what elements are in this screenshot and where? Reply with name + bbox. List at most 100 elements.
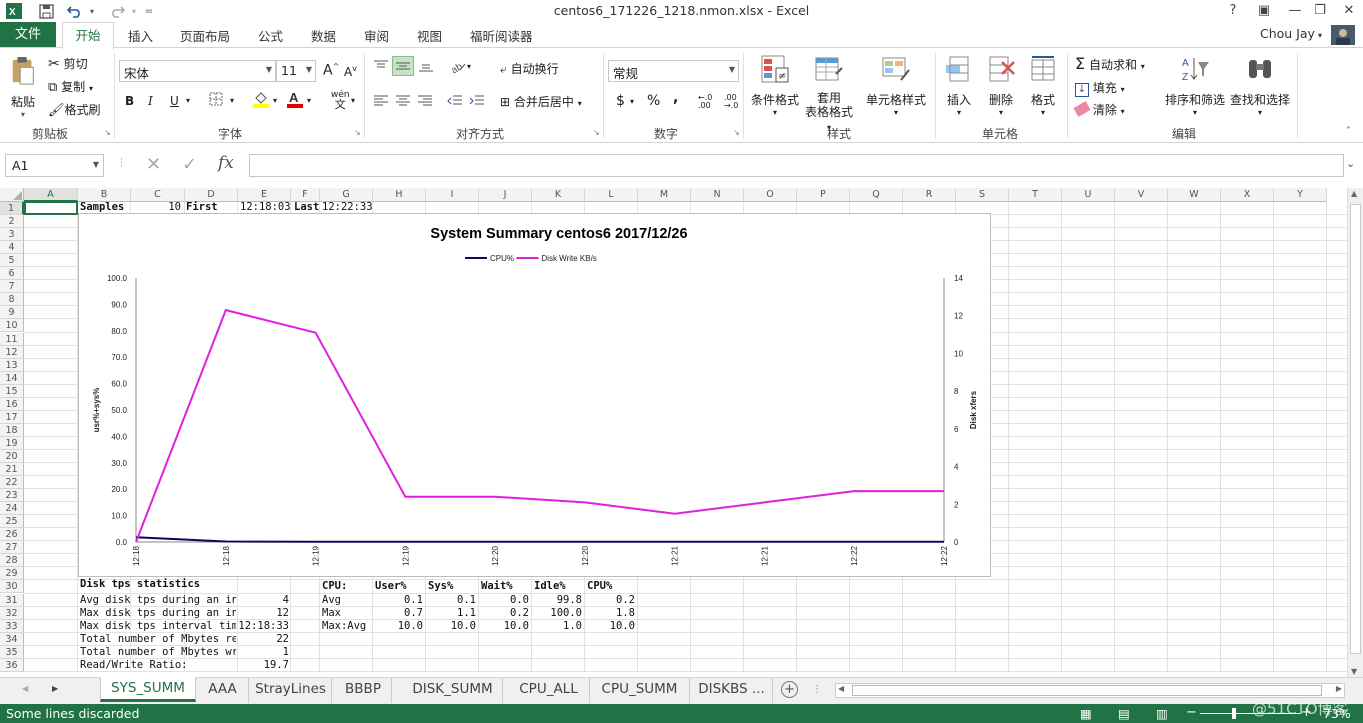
column-header-k[interactable]: K bbox=[532, 188, 585, 202]
disk-stat-label[interactable]: Max disk tps interval time bbox=[80, 620, 236, 633]
percent-button[interactable]: % bbox=[647, 93, 660, 109]
page-break-view-button[interactable]: ▥ bbox=[1156, 706, 1168, 721]
row-header-31[interactable]: 31 bbox=[0, 593, 24, 607]
row-header-27[interactable]: 27 bbox=[0, 541, 24, 555]
cpu-row-label[interactable]: Max:Avg bbox=[322, 620, 372, 633]
increase-indent-button[interactable] bbox=[469, 94, 485, 111]
tab-data[interactable]: 数据 bbox=[311, 26, 336, 45]
italic-button[interactable]: I bbox=[148, 94, 153, 108]
column-header-j[interactable]: J bbox=[479, 188, 532, 202]
row-header-15[interactable]: 15 bbox=[0, 384, 24, 398]
row-header-18[interactable]: 18 bbox=[0, 423, 24, 437]
cpu-table-cell[interactable]: 10.0 bbox=[373, 620, 423, 633]
disk-stat-label[interactable]: Max disk tps during an int bbox=[80, 607, 236, 620]
copy-button[interactable]: ⧉ 复制 ▾ bbox=[48, 78, 93, 95]
expand-formula-bar-icon[interactable]: ⌄ bbox=[1346, 157, 1355, 170]
clear-button[interactable]: 清除 ▾ bbox=[1073, 101, 1125, 118]
sheet-tab-diskbs[interactable]: DISKBS ... bbox=[691, 678, 773, 703]
align-bottom-button[interactable] bbox=[418, 59, 434, 76]
ribbon-display-options-button[interactable]: ▣ bbox=[1252, 1, 1276, 21]
format-cells-button[interactable]: 格式 ▾ bbox=[1025, 54, 1061, 117]
disk-stat-label[interactable]: Read/Write Ratio: bbox=[80, 659, 236, 672]
row-header-22[interactable]: 22 bbox=[0, 476, 24, 490]
row-header-9[interactable]: 9 bbox=[0, 306, 24, 320]
column-header-y[interactable]: Y bbox=[1274, 188, 1327, 202]
cpu-table-cell[interactable]: 1.8 bbox=[585, 607, 635, 620]
format-as-table-button[interactable]: 套用 表格格式 ▾ bbox=[803, 54, 855, 135]
currency-dropdown-icon[interactable]: ▾ bbox=[630, 97, 634, 106]
row-header-35[interactable]: 35 bbox=[0, 645, 24, 659]
delete-cells-button[interactable]: 删除 ▾ bbox=[983, 54, 1019, 117]
column-header-p[interactable]: P bbox=[797, 188, 850, 202]
column-header-d[interactable]: D bbox=[185, 188, 238, 202]
row-header-14[interactable]: 14 bbox=[0, 371, 24, 385]
tab-file[interactable]: 文件 bbox=[0, 22, 56, 47]
cpu-table-cell[interactable]: 1.0 bbox=[532, 620, 582, 633]
system-summary-chart[interactable]: System Summary centos6 2017/12/26 CPU% Dis… bbox=[78, 213, 991, 577]
disk-stat-label[interactable]: Avg disk tps during an int bbox=[80, 594, 236, 607]
cut-button[interactable]: ✂ 剪切 bbox=[48, 55, 88, 72]
tab-foxit-reader[interactable]: 福昕阅读器 bbox=[470, 26, 533, 45]
column-header-m[interactable]: M bbox=[638, 188, 691, 202]
sheet-tab-cpu-all[interactable]: CPU_ALL bbox=[508, 678, 590, 703]
disk-stat-value[interactable]: 22 bbox=[238, 633, 289, 646]
cpu-table-cell[interactable]: 1.1 bbox=[426, 607, 476, 620]
column-header-c[interactable]: C bbox=[131, 188, 185, 202]
autosum-button[interactable]: Σ 自动求和 ▾ bbox=[1075, 54, 1145, 73]
minimize-button[interactable]: — bbox=[1283, 1, 1307, 21]
cpu-table-cell[interactable]: 0.0 bbox=[479, 594, 529, 607]
row-header-36[interactable]: 36 bbox=[0, 658, 24, 672]
sheet-tab-cpu-summ[interactable]: CPU_SUMM bbox=[590, 678, 690, 703]
cpu-table-header[interactable]: Idle% bbox=[534, 580, 584, 593]
new-sheet-button[interactable]: + bbox=[781, 681, 798, 698]
selected-cell-a1[interactable] bbox=[24, 201, 78, 215]
paste-button[interactable]: 粘贴 ▾ bbox=[6, 56, 40, 119]
cpu-table-header[interactable]: CPU% bbox=[587, 580, 637, 593]
format-painter-button[interactable]: 🖌格式刷 bbox=[48, 101, 101, 118]
column-header-l[interactable]: L bbox=[585, 188, 638, 202]
align-center-button[interactable] bbox=[395, 94, 411, 111]
tab-insert[interactable]: 插入 bbox=[128, 26, 153, 45]
disk-stat-value[interactable]: 1 bbox=[238, 646, 289, 659]
row-header-23[interactable]: 23 bbox=[0, 489, 24, 503]
row-header-26[interactable]: 26 bbox=[0, 528, 24, 542]
enter-formula-button[interactable]: ✓ bbox=[182, 154, 197, 175]
row-header-1[interactable]: 1 bbox=[0, 202, 24, 216]
disk-stat-value[interactable]: 4 bbox=[238, 594, 289, 607]
column-header-o[interactable]: O bbox=[744, 188, 797, 202]
row-header-29[interactable]: 29 bbox=[0, 567, 24, 581]
row-header-13[interactable]: 13 bbox=[0, 358, 24, 372]
row-header-28[interactable]: 28 bbox=[0, 554, 24, 568]
cpu-table-cell[interactable]: 0.2 bbox=[479, 607, 529, 620]
cpu-table-cell[interactable]: 10.0 bbox=[585, 620, 635, 633]
zoom-slider-thumb[interactable] bbox=[1232, 708, 1236, 719]
decrease-decimal-button[interactable]: .00 →.0 bbox=[724, 94, 738, 110]
cpu-table-header[interactable]: Wait% bbox=[481, 580, 531, 593]
number-launcher-icon[interactable]: ↘ bbox=[733, 128, 740, 137]
cpu-table-cell[interactable]: 100.0 bbox=[532, 607, 582, 620]
insert-cells-button[interactable]: 插入 ▾ bbox=[941, 54, 977, 117]
cpu-table-cell[interactable]: 10.0 bbox=[426, 620, 476, 633]
font-size-combo[interactable]: 11 ▼ bbox=[276, 60, 316, 82]
clipboard-launcher-icon[interactable]: ↘ bbox=[104, 128, 111, 137]
underline-button[interactable]: U bbox=[170, 94, 179, 108]
cell-styles-button[interactable]: 单元格样式 ▾ bbox=[864, 54, 928, 117]
insert-function-button[interactable]: fx bbox=[218, 153, 234, 173]
column-header-r[interactable]: R bbox=[903, 188, 956, 202]
font-color-dropdown-icon[interactable]: ▾ bbox=[307, 96, 311, 105]
restore-button[interactable]: ❐ bbox=[1308, 1, 1332, 21]
align-top-button[interactable] bbox=[373, 59, 389, 76]
tab-split-handle-icon[interactable]: ⋮ bbox=[812, 684, 822, 695]
wrap-text-button[interactable]: ⤶ 自动换行 bbox=[500, 60, 559, 77]
fill-color-dropdown-icon[interactable]: ▾ bbox=[273, 96, 277, 105]
row-header-8[interactable]: 8 bbox=[0, 293, 24, 307]
row-header-17[interactable]: 17 bbox=[0, 410, 24, 424]
row-header-20[interactable]: 20 bbox=[0, 449, 24, 463]
next-sheet-icon[interactable]: ▶ bbox=[52, 684, 58, 693]
borders-dropdown-icon[interactable]: ▾ bbox=[230, 96, 234, 105]
cpu-table-header[interactable]: CPU: bbox=[322, 580, 372, 593]
tab-view[interactable]: 视图 bbox=[417, 26, 442, 45]
underline-dropdown-icon[interactable]: ▾ bbox=[186, 96, 190, 105]
row-header-4[interactable]: 4 bbox=[0, 241, 24, 255]
column-header-f[interactable]: F bbox=[291, 188, 320, 202]
